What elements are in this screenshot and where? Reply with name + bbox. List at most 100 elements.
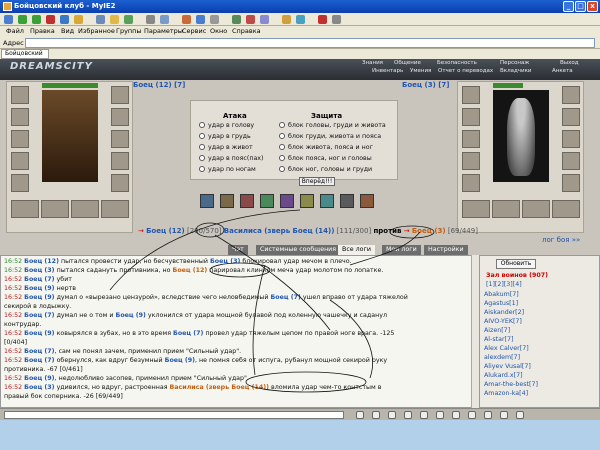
tab-all-logs[interactable]: Все логи bbox=[338, 245, 375, 255]
necklace-slot[interactable] bbox=[11, 108, 29, 126]
left-fighter-name[interactable]: Боец (12) [7] bbox=[133, 81, 185, 89]
spell-icon[interactable] bbox=[220, 194, 234, 208]
defense-option[interactable]: блок живота, пояса и ног bbox=[279, 144, 373, 151]
right-fighter-link[interactable]: Боец (3) bbox=[412, 227, 446, 235]
forward-button[interactable]: Вперёд!!! bbox=[299, 177, 335, 186]
spell-icon[interactable] bbox=[360, 194, 374, 208]
ring-slot-1[interactable] bbox=[11, 200, 39, 218]
menu-window[interactable]: Окно bbox=[210, 27, 227, 35]
nav-communication[interactable]: Общение bbox=[394, 60, 421, 66]
attack-option[interactable]: удар в пояс(пах) bbox=[199, 155, 264, 162]
exit-icon[interactable] bbox=[516, 411, 524, 419]
player-item[interactable]: Al-star[7] bbox=[484, 336, 513, 343]
smile-icon[interactable] bbox=[372, 411, 380, 419]
menu-help[interactable]: Справка bbox=[232, 27, 261, 35]
minimize-button[interactable]: _ bbox=[563, 1, 574, 12]
armor-slot[interactable] bbox=[11, 152, 29, 170]
chat-input[interactable] bbox=[4, 411, 344, 419]
chat-scrollbar[interactable] bbox=[471, 255, 479, 408]
attack-option[interactable]: удар в голову bbox=[199, 122, 254, 129]
new-window-icon[interactable] bbox=[4, 15, 13, 24]
attack-option[interactable]: удар в грудь bbox=[199, 133, 251, 140]
nav-skills[interactable]: Умения bbox=[410, 68, 431, 74]
refresh-icon[interactable] bbox=[60, 15, 69, 24]
close-tab-icon[interactable] bbox=[318, 15, 327, 24]
back-icon[interactable] bbox=[18, 15, 27, 24]
clear-icon[interactable] bbox=[388, 411, 396, 419]
tools-icon[interactable] bbox=[182, 15, 191, 24]
sound-icon[interactable] bbox=[452, 411, 460, 419]
tab-icon[interactable] bbox=[332, 15, 341, 24]
spell-icon[interactable] bbox=[320, 194, 334, 208]
player-item[interactable]: alexdem[7] bbox=[484, 354, 520, 361]
favorites-icon[interactable] bbox=[110, 15, 119, 24]
stop-icon[interactable] bbox=[46, 15, 55, 24]
player-item[interactable]: Amar-the-best[7] bbox=[484, 381, 538, 388]
menu-file[interactable]: Файл bbox=[6, 27, 24, 35]
block-icon[interactable] bbox=[246, 15, 255, 24]
player-item[interactable]: Alex Calver[7] bbox=[484, 345, 529, 352]
private-icon[interactable] bbox=[468, 411, 476, 419]
left-fighter-link[interactable]: Боец (12) bbox=[146, 227, 185, 235]
nav-security[interactable]: Безопасность bbox=[437, 60, 477, 66]
nav-profile[interactable]: Анкета bbox=[552, 68, 573, 74]
pet-link[interactable]: Василиса (зверь Боец (14)) bbox=[224, 227, 335, 235]
battle-log-link[interactable]: лог боя »» bbox=[542, 236, 580, 244]
browser-tab[interactable]: Бойцовский bbox=[1, 49, 49, 59]
cancel-icon[interactable] bbox=[484, 411, 492, 419]
forward-icon[interactable] bbox=[32, 15, 41, 24]
menu-favorites[interactable]: Избранное bbox=[78, 27, 115, 35]
mail-icon[interactable] bbox=[160, 15, 169, 24]
defense-option[interactable]: блок ног, головы и груди bbox=[279, 166, 372, 173]
spell-icon[interactable] bbox=[260, 194, 274, 208]
player-item[interactable]: AIVO-YEK[7] bbox=[484, 318, 522, 325]
earring-slot[interactable] bbox=[111, 86, 129, 104]
shield-slot[interactable] bbox=[111, 130, 129, 148]
options-icon[interactable] bbox=[210, 15, 219, 24]
belt-slot[interactable] bbox=[11, 174, 29, 192]
menu-options[interactable]: Параметры bbox=[144, 27, 183, 35]
group-icon[interactable] bbox=[232, 15, 241, 24]
helmet-slot[interactable] bbox=[11, 86, 29, 104]
close-button[interactable]: x bbox=[587, 1, 598, 12]
ring-slot-4[interactable] bbox=[101, 200, 129, 218]
nav-knowledge[interactable]: Знания bbox=[362, 60, 383, 66]
nav-exit[interactable]: Выход bbox=[560, 60, 579, 66]
tab-chat[interactable]: Чат bbox=[228, 245, 248, 255]
defense-option[interactable]: блок головы, груди и живота bbox=[279, 122, 386, 129]
player-item[interactable]: Agastus[1] bbox=[484, 300, 518, 307]
refresh-button[interactable]: Обновить bbox=[496, 259, 536, 269]
player-item[interactable]: Aizen[7] bbox=[484, 327, 510, 334]
nav-transfers[interactable]: Отчет о переводах bbox=[438, 68, 493, 74]
color-icon[interactable] bbox=[436, 411, 444, 419]
ring-slot-2[interactable] bbox=[41, 200, 69, 218]
home-icon[interactable] bbox=[74, 15, 83, 24]
send-icon[interactable] bbox=[356, 411, 364, 419]
weapon-slot[interactable] bbox=[11, 130, 29, 148]
attack-option[interactable]: удар по ногам bbox=[199, 166, 256, 173]
spell-icon[interactable] bbox=[340, 194, 354, 208]
page-links[interactable]: [1][2][3][4] bbox=[486, 281, 522, 288]
player-item[interactable]: Amazon-ka[4] bbox=[484, 390, 528, 397]
help-icon[interactable] bbox=[500, 411, 508, 419]
menu-service[interactable]: Сервис bbox=[182, 27, 206, 35]
nav-inventory[interactable]: Инвентарь bbox=[372, 68, 403, 74]
pants-slot[interactable] bbox=[111, 152, 129, 170]
print-icon[interactable] bbox=[146, 15, 155, 24]
settings-icon[interactable] bbox=[196, 15, 205, 24]
defense-option[interactable]: блок пояса, ног и головы bbox=[279, 155, 372, 162]
maximize-button[interactable]: □ bbox=[575, 1, 586, 12]
player-item[interactable]: Abakum[7] bbox=[484, 291, 519, 298]
spell-icon[interactable] bbox=[200, 194, 214, 208]
spell-icon[interactable] bbox=[240, 194, 254, 208]
nav-character[interactable]: Персонаж bbox=[500, 60, 529, 66]
attack-option[interactable]: удар в живот bbox=[199, 144, 253, 151]
window-icon[interactable] bbox=[260, 15, 269, 24]
right-fighter-name[interactable]: Боец (3) [7] bbox=[402, 81, 450, 89]
history-icon[interactable] bbox=[124, 15, 133, 24]
globe-icon[interactable] bbox=[296, 15, 305, 24]
menu-view[interactable]: Вид bbox=[61, 27, 74, 35]
spell-icon[interactable] bbox=[300, 194, 314, 208]
spell-icon[interactable] bbox=[280, 194, 294, 208]
player-item[interactable]: Aiskander[2] bbox=[484, 309, 524, 316]
